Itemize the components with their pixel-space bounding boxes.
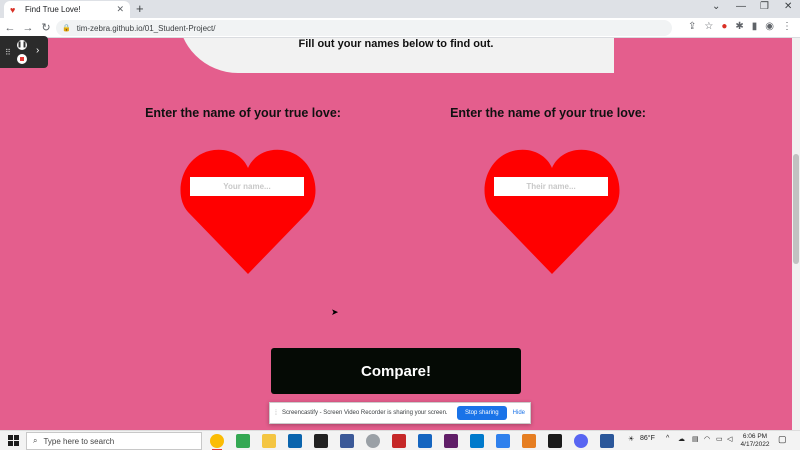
extensions-puzzle-icon[interactable]: ✱ [735,21,743,32]
close-window-button[interactable]: ✕ [784,1,792,12]
drag-handle-icon[interactable]: ⠿ [5,48,11,57]
drive-icon[interactable] [236,434,250,448]
outlook-icon[interactable] [288,434,302,448]
screen-share-bar: ⁞ Screencastify - Screen Video Recorder … [269,402,531,424]
stop-recording-button[interactable] [17,54,27,64]
network-icon[interactable]: ▤ [692,435,699,443]
app-icon[interactable] [366,434,380,448]
battery-icon[interactable]: ▭ [716,435,723,443]
wifi-icon[interactable]: ◠ [704,435,710,443]
stop-sharing-button[interactable]: Stop sharing [456,406,507,420]
word-icon[interactable] [600,434,614,448]
clock-date: 4/17/2022 [740,441,770,448]
weather-temp[interactable]: 86°F [640,435,655,442]
browser-tab[interactable]: ♥ Find True Love! ✕ [4,1,130,18]
lock-icon: 🔒 [62,25,71,32]
epic-games-icon[interactable] [314,434,328,448]
tab-title: Find True Love! [25,5,81,14]
clock-time: 6:06 PM [742,433,768,440]
browser-toolbar: ← → ↻ 🔒 tim-zebra.github.io/01_Student-P… [0,18,800,38]
slack-icon[interactable] [444,434,458,448]
share-message: Screencastify - Screen Video Recorder is… [281,410,448,416]
left-love-label: Enter the name of your true love: [145,106,341,120]
system-clock[interactable]: 6:06 PM 4/17/2022 [738,433,772,449]
app-icon[interactable] [522,434,536,448]
heart-favicon-icon: ♥ [10,4,16,15]
pause-recording-button[interactable]: ❚❚ [17,40,27,50]
header-instructions: Fill out your names below to find out. [298,38,494,50]
page-scrollbar[interactable] [792,38,800,430]
app-icon[interactable] [340,434,354,448]
compare-button[interactable]: Compare! [271,348,521,394]
your-name-input[interactable] [190,177,304,196]
search-placeholder: Type here to search [43,436,115,446]
close-icon[interactable]: ✕ [116,4,124,15]
minimize-button[interactable]: — [736,1,746,12]
file-explorer-icon[interactable] [262,434,276,448]
mouse-cursor-icon: ➤ [331,307,339,317]
app-icon[interactable] [418,434,432,448]
heart-icon [180,149,316,274]
discord-icon[interactable] [574,434,588,448]
right-love-label: Enter the name of your true love: [450,106,646,120]
forward-button[interactable]: → [20,22,36,34]
volume-icon[interactable]: ◁ [727,435,732,443]
expand-chevron-icon[interactable]: › [36,45,39,56]
weather-icon: ☀ [628,436,635,443]
new-tab-button[interactable]: + [136,2,144,16]
terminal-icon[interactable] [548,434,562,448]
search-icon: ⌕ [33,436,38,445]
drag-handle-icon[interactable]: ⁞ [275,410,277,417]
header-card: Fill out your names below to find out. [178,38,614,73]
windows-start-icon[interactable] [8,435,19,446]
screencastify-widget: ⠿ ❚❚ › [0,36,48,68]
taskbar-search[interactable]: ⌕ Type here to search [26,432,202,450]
maximize-button[interactable]: ❐ [760,1,769,12]
tab-strip: ♥ Find True Love! ✕ + ⌄ — ❐ ✕ [0,0,800,18]
scrollbar-thumb[interactable] [793,154,799,264]
reload-button[interactable]: ↻ [38,21,54,34]
back-button[interactable]: ← [2,22,18,34]
heart-icon [484,149,620,274]
more-menu-icon[interactable]: ⋮ [782,21,792,32]
chrome-icon[interactable] [210,434,224,450]
share-icon[interactable]: ⇪ [688,21,696,32]
hide-link[interactable]: Hide [513,410,525,416]
check-icon[interactable] [496,434,510,448]
windows-taskbar: ⌕ Type here to search ☀ 86°F ^ ☁ ▤ ◠ ▭ ◁… [0,430,800,450]
cloud-icon[interactable]: ☁ [678,435,685,443]
bookmark-star-icon[interactable]: ☆ [704,21,713,32]
screencastify-extension-icon[interactable]: ● [721,21,727,32]
left-heart [180,148,320,274]
notifications-icon[interactable]: ▢ [778,434,787,445]
their-name-input[interactable] [494,177,608,196]
page-viewport: Fill out your names below to find out. E… [0,38,792,430]
url-text: tim-zebra.github.io/01_Student-Project/ [76,23,216,33]
sidebar-icon[interactable]: ▮ [752,21,758,32]
address-bar[interactable]: 🔒 tim-zebra.github.io/01_Student-Project… [56,20,672,36]
vscode-icon[interactable] [470,434,484,448]
profile-icon[interactable]: ◉ [765,21,774,32]
app-icon[interactable] [392,434,406,448]
chevron-down-icon[interactable]: ⌄ [712,1,720,12]
right-heart [484,148,624,274]
chevron-up-icon[interactable]: ^ [666,435,669,442]
